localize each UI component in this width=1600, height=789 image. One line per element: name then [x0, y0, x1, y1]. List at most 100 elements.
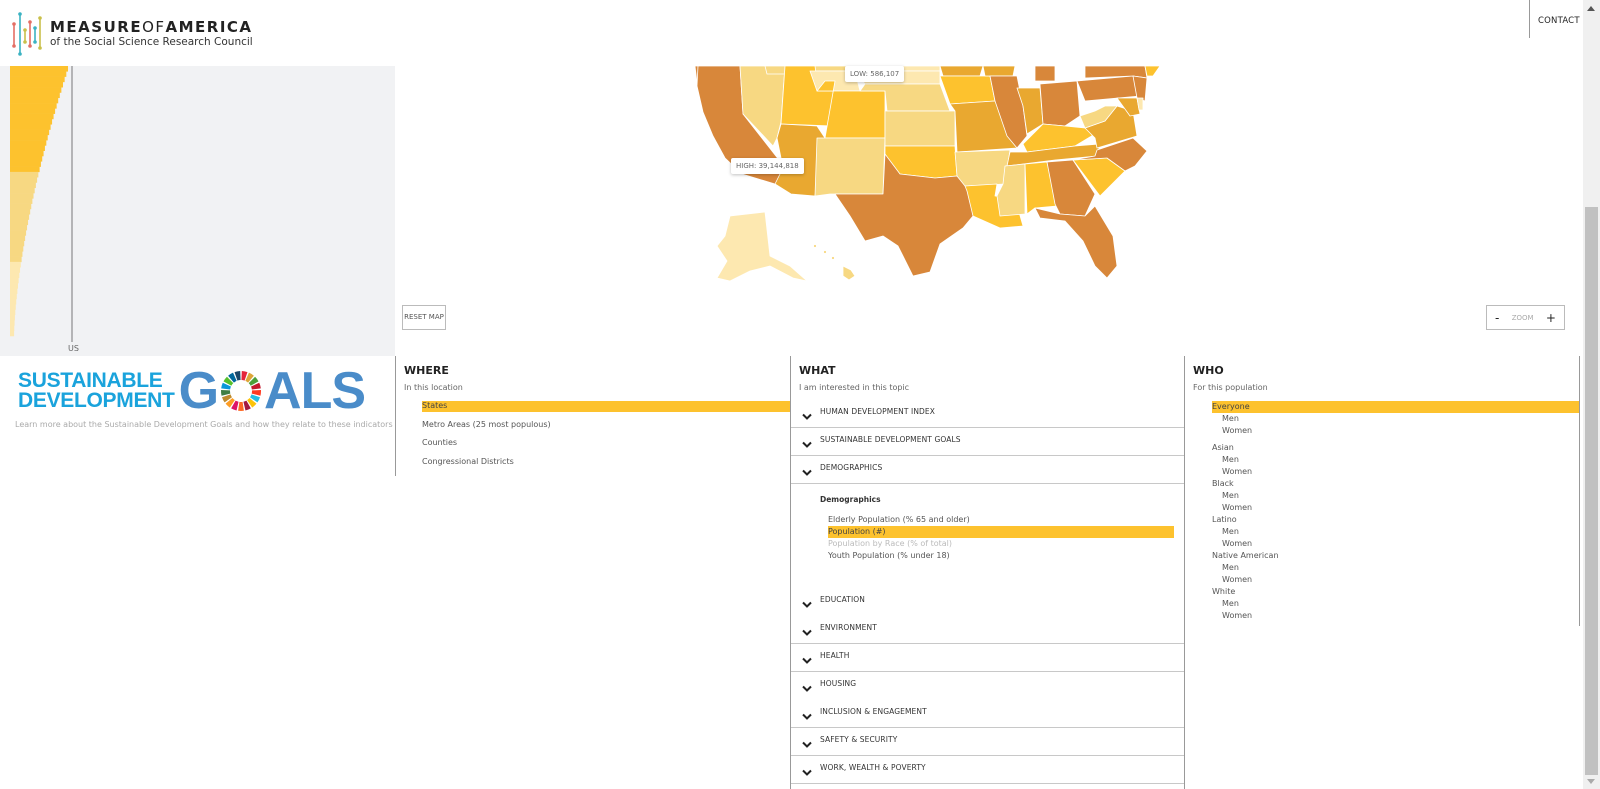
- state-iowa[interactable]: [939, 75, 996, 105]
- population-subgroup[interactable]: Men: [1212, 526, 1579, 538]
- state-new-mexico[interactable]: [814, 137, 886, 197]
- topic-row[interactable]: HOUSING: [791, 672, 1184, 700]
- state-bar[interactable]: [10, 103, 57, 109]
- state-bar[interactable]: [10, 320, 15, 326]
- state-bar[interactable]: [10, 81, 64, 88]
- state-bar[interactable]: [10, 166, 40, 173]
- state-bar[interactable]: [10, 187, 35, 194]
- state-bar[interactable]: [10, 92, 60, 99]
- population-group[interactable]: Black: [1212, 478, 1579, 490]
- topic-row[interactable]: INCLUSION & ENGAGEMENT: [791, 700, 1184, 728]
- state-bar[interactable]: [10, 66, 68, 72]
- state-bar[interactable]: [10, 208, 31, 215]
- population-subgroup[interactable]: Women: [1212, 425, 1579, 437]
- state-bar[interactable]: [10, 219, 29, 226]
- state-bar[interactable]: [10, 330, 15, 337]
- us-map-svg[interactable]: [395, 66, 1583, 356]
- state-bar[interactable]: [10, 140, 47, 146]
- reset-map-button[interactable]: RESET MAP: [402, 305, 446, 330]
- topic-row[interactable]: WORK, WEALTH & POVERTY: [791, 756, 1184, 784]
- population-group[interactable]: White: [1212, 586, 1579, 598]
- state-bar[interactable]: [10, 304, 16, 310]
- population-group[interactable]: Asian: [1212, 442, 1579, 454]
- state-bar[interactable]: [10, 108, 56, 114]
- state-bar[interactable]: [10, 298, 17, 305]
- population-subgroup[interactable]: Men: [1212, 490, 1579, 502]
- state-bar[interactable]: [10, 261, 21, 268]
- state-bar[interactable]: [10, 309, 16, 316]
- state-ohio[interactable]: [1039, 80, 1081, 127]
- state-bar[interactable]: [10, 283, 18, 289]
- zoom-in-button[interactable]: +: [1546, 311, 1556, 325]
- state-bar[interactable]: [10, 277, 19, 284]
- topic-row[interactable]: ENVIRONMENT: [791, 616, 1184, 644]
- state-bar[interactable]: [10, 246, 24, 252]
- state-kansas[interactable]: [884, 110, 956, 147]
- population-group[interactable]: Latino: [1212, 514, 1579, 526]
- indicator-option[interactable]: Youth Population (% under 18): [828, 550, 1174, 562]
- state-bar[interactable]: [10, 198, 33, 204]
- state-bar[interactable]: [10, 182, 36, 189]
- state-bar[interactable]: [10, 293, 17, 300]
- state-bar[interactable]: [10, 314, 15, 321]
- state-bar[interactable]: [10, 71, 67, 77]
- state-bar[interactable]: [10, 240, 25, 247]
- state-new-jersey[interactable]: [1132, 75, 1148, 102]
- where-option[interactable]: States: [422, 401, 790, 412]
- state-bar[interactable]: [10, 145, 45, 151]
- state-bar[interactable]: [10, 288, 18, 294]
- state-new-england[interactable]: [1144, 66, 1161, 77]
- choropleth-map[interactable]: LOW: 586,107 HIGH: 39,144,818 RESET MAP …: [395, 66, 1583, 356]
- topic-row[interactable]: EDUCATION: [791, 588, 1184, 616]
- state-arkansas[interactable]: [954, 149, 1011, 187]
- state-bar[interactable]: [10, 124, 51, 130]
- state-florida[interactable]: [1034, 205, 1118, 279]
- state-bar[interactable]: [10, 156, 43, 162]
- state-bar[interactable]: [10, 76, 65, 83]
- population-subgroup[interactable]: Women: [1212, 610, 1579, 622]
- state-alaska[interactable]: [716, 211, 808, 282]
- state-bar[interactable]: [10, 87, 62, 93]
- population-group[interactable]: Everyone: [1212, 401, 1579, 413]
- state-bar[interactable]: [10, 235, 26, 241]
- state-bar[interactable]: [10, 203, 32, 210]
- state-bar[interactable]: [10, 256, 22, 263]
- state-hawaii[interactable]: [842, 265, 856, 281]
- topic-row[interactable]: SUSTAINABLE DEVELOPMENT GOALS: [791, 428, 1184, 456]
- population-subgroup[interactable]: Women: [1212, 574, 1579, 586]
- state-bar[interactable]: [10, 150, 44, 157]
- measure-of-america-logo[interactable]: MEASUREOFAMERICA of the Social Science R…: [10, 12, 253, 56]
- state-bar[interactable]: [10, 118, 53, 125]
- sdg-caption-link[interactable]: Learn more about the Sustainable Develop…: [15, 420, 393, 429]
- state-bar[interactable]: [10, 267, 21, 273]
- topic-row[interactable]: DEMOGRAPHICS: [791, 456, 1184, 484]
- state-bar[interactable]: [10, 230, 27, 236]
- population-subgroup[interactable]: Women: [1212, 466, 1579, 478]
- population-subgroup[interactable]: Men: [1212, 562, 1579, 574]
- zoom-out-button[interactable]: -: [1495, 311, 1499, 325]
- where-option[interactable]: Congressional Districts: [422, 457, 790, 476]
- state-bar[interactable]: [10, 214, 30, 220]
- scroll-down-arrow-icon[interactable]: [1587, 779, 1595, 784]
- scrollbar-thumb[interactable]: [1585, 207, 1598, 775]
- state-michigan[interactable]: [1034, 66, 1056, 82]
- indicator-option[interactable]: Population (#): [828, 526, 1174, 538]
- state-pennsylvania[interactable]: [1076, 75, 1141, 102]
- population-subgroup[interactable]: Men: [1212, 598, 1579, 610]
- scroll-up-arrow-icon[interactable]: [1587, 6, 1595, 11]
- sdg-logo[interactable]: SUSTAINABLE DEVELOPMENT G ALS: [18, 365, 366, 417]
- state-bar[interactable]: [10, 251, 23, 257]
- topic-row[interactable]: HUMAN DEVELOPMENT INDEX: [791, 400, 1184, 428]
- state-new-york[interactable]: [1084, 66, 1148, 79]
- state-bar[interactable]: [10, 272, 20, 279]
- state-minnesota[interactable]: [939, 66, 984, 77]
- state-bar[interactable]: [10, 129, 50, 136]
- contact-link[interactable]: CONTACT: [1538, 16, 1580, 26]
- state-bar[interactable]: [10, 325, 15, 331]
- state-bar[interactable]: [10, 134, 48, 141]
- population-subgroup[interactable]: Women: [1212, 502, 1579, 514]
- population-group[interactable]: Native American: [1212, 550, 1579, 562]
- population-subgroup[interactable]: Women: [1212, 538, 1579, 550]
- where-option[interactable]: Metro Areas (25 most populous): [422, 420, 790, 439]
- state-bar[interactable]: [10, 193, 34, 199]
